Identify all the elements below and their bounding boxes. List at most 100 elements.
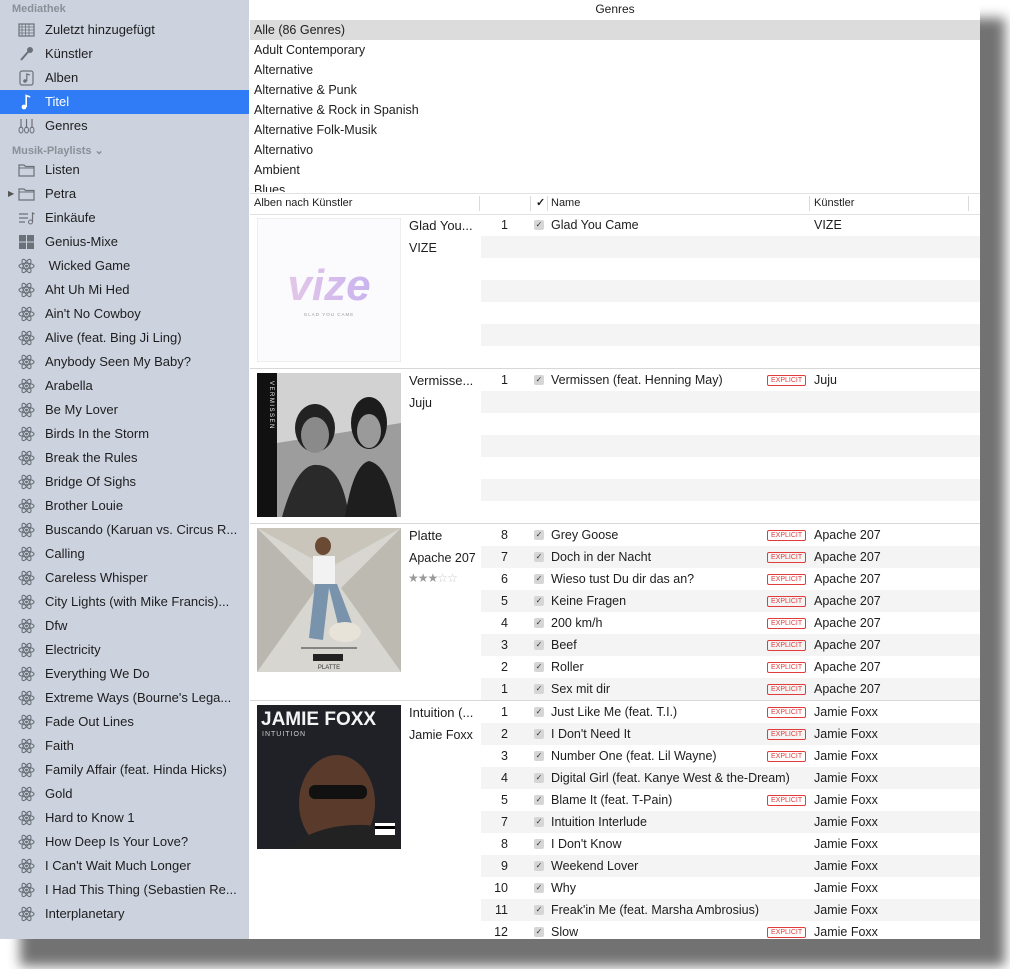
album-title[interactable]: Platte: [409, 527, 477, 545]
album-artist[interactable]: Apache 207: [409, 549, 479, 567]
track-checkbox[interactable]: ✓: [534, 773, 544, 783]
star-icon[interactable]: ☆: [437, 571, 448, 585]
album-cover[interactable]: VERMISSEN: [257, 373, 401, 517]
sidebar-item-how-deep-is-your-love[interactable]: How Deep Is Your Love?: [0, 830, 249, 854]
track-checkbox[interactable]: ✓: [534, 618, 544, 628]
sidebar-item-petra[interactable]: ▶ Petra: [0, 182, 249, 206]
sidebar-item-faith[interactable]: Faith: [0, 734, 249, 758]
track-row[interactable]: 3 ✓ Beef EXPLICIT Apache 207: [481, 634, 980, 656]
track-row[interactable]: 1 ✓ Vermissen (feat. Henning May) EXPLICIT J…: [481, 369, 980, 391]
sidebar-item-listen[interactable]: Listen: [0, 158, 249, 182]
genre-item[interactable]: Ambient: [250, 160, 980, 180]
sidebar-item-electricity[interactable]: Electricity: [0, 638, 249, 662]
sidebar-item-calling[interactable]: Calling: [0, 542, 249, 566]
star-icon[interactable]: ☆: [447, 571, 458, 585]
star-icon[interactable]: ★: [418, 571, 429, 585]
track-row[interactable]: 7 ✓ Doch in der Nacht EXPLICIT Apache 207: [481, 546, 980, 568]
track-row[interactable]: 9 ✓ Weekend Lover Jamie Foxx: [481, 855, 980, 877]
sidebar-item-interplanetary[interactable]: Interplanetary: [0, 902, 249, 926]
track-checkbox[interactable]: ✓: [534, 861, 544, 871]
sidebar-item-dfw[interactable]: Dfw: [0, 614, 249, 638]
sidebar-item-careless-whisper[interactable]: Careless Whisper: [0, 566, 249, 590]
track-checkbox[interactable]: ✓: [534, 905, 544, 915]
track-row[interactable]: 2 ✓ Roller EXPLICIT Apache 207: [481, 656, 980, 678]
track-row[interactable]: 12 ✓ Slow EXPLICIT Jamie Foxx: [481, 921, 980, 939]
sidebar-item-gold[interactable]: Gold: [0, 782, 249, 806]
sidebar-item-fade-out-lines[interactable]: Fade Out Lines: [0, 710, 249, 734]
album-title[interactable]: Vermisse...: [409, 372, 477, 390]
sidebar-item-i-had-this-thing-sebastien-re[interactable]: I Had This Thing (Sebastien Re...: [0, 878, 249, 902]
track-row[interactable]: 1 ✓ Sex mit dir EXPLICIT Apache 207: [481, 678, 980, 700]
sidebar-item-genius-mixe[interactable]: Genius-Mixe: [0, 230, 249, 254]
star-icon[interactable]: ★: [408, 571, 419, 585]
track-checkbox[interactable]: ✓: [534, 530, 544, 540]
disclosure-triangle-icon[interactable]: ▶: [8, 182, 14, 206]
track-checkbox[interactable]: ✓: [534, 574, 544, 584]
sidebar-item-brother-louie[interactable]: Brother Louie: [0, 494, 249, 518]
genre-item[interactable]: Alternative & Rock in Spanish: [250, 100, 980, 120]
track-row[interactable]: 7 ✓ Intuition Interlude Jamie Foxx: [481, 811, 980, 833]
sidebar-item-be-my-lover[interactable]: Be My Lover: [0, 398, 249, 422]
sidebar-item-genres[interactable]: Genres: [0, 114, 249, 138]
genre-item[interactable]: Alternative & Punk: [250, 80, 980, 100]
sidebar-item-hard-to-know-1[interactable]: Hard to Know 1: [0, 806, 249, 830]
genre-item[interactable]: Alle (86 Genres): [250, 20, 980, 40]
genre-item[interactable]: Alternative: [250, 60, 980, 80]
album-cover[interactable]: PLATTE: [257, 528, 401, 672]
column-albums-by-artist[interactable]: Alben nach Künstler: [254, 194, 352, 213]
sidebar-item-titel[interactable]: Titel: [0, 90, 249, 114]
track-checkbox[interactable]: ✓: [534, 552, 544, 562]
column-check[interactable]: ✓: [536, 194, 545, 213]
track-row[interactable]: 11 ✓ Freak'in Me (feat. Marsha Ambrosius) J…: [481, 899, 980, 921]
sidebar-item-arabella[interactable]: Arabella: [0, 374, 249, 398]
sidebar-item-alive-feat-bing-ji-ling[interactable]: Alive (feat. Bing Ji Ling): [0, 326, 249, 350]
genre-item[interactable]: Adult Contemporary: [250, 40, 980, 60]
genre-item[interactable]: Alternative Folk-Musik: [250, 120, 980, 140]
sidebar-item-buscando-karuan-vs-circus-r[interactable]: Buscando (Karuan vs. Circus R...: [0, 518, 249, 542]
track-row[interactable]: 8 ✓ Grey Goose EXPLICIT Apache 207: [481, 524, 980, 546]
album-artist[interactable]: Juju: [409, 394, 479, 412]
album-title[interactable]: Intuition (...: [409, 704, 477, 722]
album-title[interactable]: Glad You...: [409, 217, 477, 235]
track-row[interactable]: 3 ✓ Number One (feat. Lil Wayne) EXPLICIT Ja…: [481, 745, 980, 767]
sidebar-item-bridge-of-sighs[interactable]: Bridge Of Sighs: [0, 470, 249, 494]
sidebar-item-birds-in-the-storm[interactable]: Birds In the Storm: [0, 422, 249, 446]
track-row[interactable]: 8 ✓ I Don't Know Jamie Foxx: [481, 833, 980, 855]
track-row[interactable]: 5 ✓ Blame It (feat. T-Pain) EXPLICIT Jamie F…: [481, 789, 980, 811]
track-row[interactable]: 1 ✓ Just Like Me (feat. T.I.) EXPLICIT Jamie…: [481, 701, 980, 723]
track-checkbox[interactable]: ✓: [534, 729, 544, 739]
track-row[interactable]: 1 ✓ Glad You Came VIZE: [481, 214, 980, 236]
track-checkbox[interactable]: ✓: [534, 927, 544, 937]
track-row[interactable]: 4 ✓ Digital Girl (feat. Kanye West & the-D…: [481, 767, 980, 789]
track-checkbox[interactable]: ✓: [534, 839, 544, 849]
track-checkbox[interactable]: ✓: [534, 375, 544, 385]
track-checkbox[interactable]: ✓: [534, 795, 544, 805]
track-row[interactable]: 6 ✓ Wieso tust Du dir das an? EXPLICIT Apach…: [481, 568, 980, 590]
star-icon[interactable]: ★: [428, 571, 439, 585]
sidebar-item-aht-uh-mi-hed[interactable]: Aht Uh Mi Hed: [0, 278, 249, 302]
album-artist[interactable]: VIZE: [409, 239, 479, 257]
track-row[interactable]: 4 ✓ 200 km/h EXPLICIT Apache 207: [481, 612, 980, 634]
album-cover[interactable]: JAMIE FOXX INTUITION: [257, 705, 401, 849]
track-checkbox[interactable]: ✓: [534, 640, 544, 650]
track-checkbox[interactable]: ✓: [534, 883, 544, 893]
sidebar-item-family-affair-feat-hinda-hicks[interactable]: Family Affair (feat. Hinda Hicks): [0, 758, 249, 782]
column-name[interactable]: Name: [551, 194, 580, 213]
track-checkbox[interactable]: ✓: [534, 220, 544, 230]
album-cover[interactable]: vize GLAD YOU CAME: [257, 218, 401, 362]
album-rating[interactable]: ★★★☆☆: [408, 571, 458, 585]
track-checkbox[interactable]: ✓: [534, 662, 544, 672]
column-artist[interactable]: Künstler: [814, 194, 854, 213]
track-checkbox[interactable]: ✓: [534, 596, 544, 606]
track-checkbox[interactable]: ✓: [534, 817, 544, 827]
sidebar-item-ain-t-no-cowboy[interactable]: Ain't No Cowboy: [0, 302, 249, 326]
sidebar-item-i-can-t-wait-much-longer[interactable]: I Can't Wait Much Longer: [0, 854, 249, 878]
genre-item[interactable]: Blues: [250, 180, 980, 192]
playlists-header[interactable]: Musik-Playlists ⌄: [0, 138, 249, 158]
track-checkbox[interactable]: ✓: [534, 707, 544, 717]
track-row[interactable]: 2 ✓ I Don't Need It EXPLICIT Jamie Foxx: [481, 723, 980, 745]
sidebar-item-extreme-ways-bourne-s-lega[interactable]: Extreme Ways (Bourne's Lega...: [0, 686, 249, 710]
album-artist[interactable]: Jamie Foxx: [409, 726, 479, 744]
sidebar-item-einkäufe[interactable]: Einkäufe: [0, 206, 249, 230]
sidebar-item-künstler[interactable]: Künstler: [0, 42, 249, 66]
